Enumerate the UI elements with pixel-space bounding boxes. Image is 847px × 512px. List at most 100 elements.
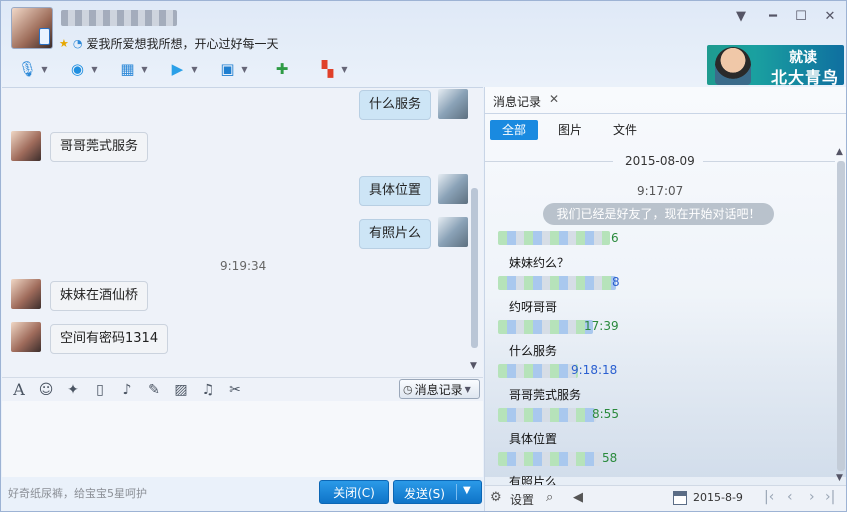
- prev-page-icon[interactable]: ‹: [787, 489, 793, 505]
- remote-assist-button[interactable]: ▦ ▼: [107, 57, 157, 81]
- folder-icon: ▶: [171, 60, 184, 78]
- ad-tip-link[interactable]: 好奇纸尿裤，给宝宝5星呵护: [8, 485, 147, 501]
- ad-portrait: [715, 47, 751, 85]
- send-file-button[interactable]: ▶ ▼: [157, 57, 207, 81]
- scroll-down-icon[interactable]: ▼: [836, 473, 843, 483]
- voice-message-icon[interactable]: ♪: [118, 382, 136, 398]
- chat-messages-pane[interactable]: 什么服务 哥哥莞式服务 具体位置 有照片么 9:19:34 妹妹在酒仙桥 空间有…: [2, 87, 483, 377]
- apps-button[interactable]: ▚ ▼: [307, 57, 357, 81]
- tab-divider: [485, 113, 846, 114]
- history-entry-time: 8: [612, 275, 620, 289]
- microphone-icon: 🎙: [17, 60, 37, 78]
- chevron-down-icon: ▼: [91, 64, 98, 74]
- date-divider: [485, 161, 613, 162]
- contact-avatar-small[interactable]: [11, 131, 41, 161]
- close-tab-icon[interactable]: ✕: [549, 92, 559, 106]
- chat-window: ★ ◔ 爱我所爱想我所想，开心过好每一天 ▼ ━ ☐ ✕ 就读 北大青鸟 🎙 ▼…: [0, 0, 847, 512]
- search-icon[interactable]: ⌕: [546, 490, 553, 505]
- maximize-icon[interactable]: ☐: [792, 9, 810, 24]
- presentation-icon: ▦: [120, 60, 135, 78]
- message-bubble: 空间有密码1314: [50, 324, 169, 354]
- create-discussion-button[interactable]: ✚: [257, 57, 307, 81]
- screenshot-scissors-icon[interactable]: ✂: [226, 382, 244, 398]
- chat-scrollbar-thumb[interactable]: [471, 188, 478, 348]
- webcam-icon: ◉: [70, 60, 84, 78]
- ad-line2: 北大青鸟: [771, 68, 840, 85]
- doodle-icon[interactable]: ✎: [145, 382, 163, 398]
- sender-redacted: [498, 276, 616, 290]
- tab-message-history[interactable]: 消息记录: [493, 93, 541, 110]
- mobile-online-icon: [39, 28, 50, 45]
- ad-banner[interactable]: 就读 北大青鸟: [707, 45, 844, 85]
- date-divider: [703, 161, 835, 162]
- chevron-down-icon: ▼: [191, 64, 198, 74]
- sender-redacted: [498, 452, 602, 466]
- close-button[interactable]: 关闭(C): [319, 480, 389, 504]
- scroll-down-icon[interactable]: ▼: [470, 361, 477, 371]
- clock-icon: ◷: [403, 382, 413, 396]
- contact-avatar-small[interactable]: [11, 279, 41, 309]
- minimize-icon[interactable]: ━: [764, 9, 782, 24]
- filter-files[interactable]: 文件: [601, 120, 649, 140]
- gif-icon[interactable]: ▯: [91, 382, 109, 398]
- font-icon[interactable]: A: [10, 380, 28, 399]
- message-bubble: 什么服务: [359, 90, 432, 120]
- message-bubble: 哥哥莞式服务: [50, 132, 149, 162]
- qzone-icon[interactable]: ◔: [73, 37, 83, 50]
- music-icon[interactable]: ♫: [199, 382, 217, 398]
- gear-icon[interactable]: ⚙: [490, 490, 502, 505]
- message-timestamp: 9:19:34: [220, 259, 267, 273]
- video-call-button[interactable]: ◉ ▼: [57, 57, 107, 81]
- dropdown-menu-icon[interactable]: ▼: [732, 9, 750, 24]
- add-chat-icon: ✚: [275, 60, 289, 78]
- send-divider: [456, 484, 457, 500]
- filter-all[interactable]: 全部: [490, 120, 539, 140]
- message-input[interactable]: [2, 401, 483, 477]
- last-page-icon[interactable]: ›|: [825, 489, 835, 505]
- filter-images[interactable]: 图片: [546, 120, 594, 140]
- send-options-chevron-icon[interactable]: ▼: [463, 485, 471, 496]
- chevron-down-icon: ▼: [341, 64, 348, 74]
- history-pane: 消息记录 ✕ 全部 图片 文件 2015-08-09 9:17:07 我们已经是…: [484, 87, 846, 511]
- my-avatar[interactable]: [438, 217, 468, 247]
- screen-share-button[interactable]: ▣ ▼: [207, 57, 257, 81]
- history-time: 9:17:07: [637, 184, 684, 198]
- voice-call-button[interactable]: 🎙 ▼: [7, 57, 57, 81]
- send-button[interactable]: 发送(S) ▼: [393, 480, 482, 504]
- speaker-icon[interactable]: ◀: [573, 490, 583, 505]
- sender-redacted: [498, 408, 596, 422]
- settings-button[interactable]: 设置: [510, 491, 534, 508]
- apps-grid-icon: ▚: [321, 60, 334, 78]
- send-label: 发送(S): [404, 487, 445, 501]
- sender-redacted: [498, 320, 593, 334]
- contact-avatar-small[interactable]: [11, 322, 41, 352]
- history-entry-text: 什么服务: [509, 344, 558, 358]
- close-icon[interactable]: ✕: [821, 9, 839, 24]
- emoji-icon[interactable]: ☺: [37, 382, 55, 398]
- vip-star-icon: ★: [59, 37, 69, 50]
- chevron-down-icon: ▼: [41, 64, 48, 74]
- shake-icon[interactable]: ✦: [64, 382, 82, 398]
- chevron-down-icon: ▼: [141, 64, 148, 74]
- image-icon[interactable]: ▨: [172, 382, 190, 398]
- history-scrollbar-thumb[interactable]: [837, 161, 845, 471]
- my-avatar[interactable]: [438, 174, 468, 204]
- history-bottom-date[interactable]: 2015-8-9: [693, 491, 743, 504]
- sender-redacted: [498, 364, 578, 378]
- history-date: 2015-08-09: [625, 154, 695, 168]
- calendar-icon[interactable]: [673, 491, 687, 505]
- message-history-button[interactable]: ◷ 消息记录 ▼: [399, 379, 480, 399]
- first-page-icon[interactable]: |‹: [764, 489, 774, 505]
- history-entry-text: 具体位置: [509, 432, 558, 446]
- chevron-down-icon: ▼: [464, 384, 471, 394]
- sender-redacted: [498, 231, 610, 245]
- top-toolbar: 🎙 ▼ ◉ ▼ ▦ ▼ ▶ ▼ ▣ ▼ ✚ ▚ ▼: [7, 57, 357, 81]
- message-bubble: 妹妹在酒仙桥: [50, 281, 149, 311]
- scroll-up-icon[interactable]: ▲: [836, 147, 843, 157]
- message-history-label: 消息记录: [414, 382, 463, 397]
- next-page-icon[interactable]: ›: [809, 489, 815, 505]
- message-bubble: 有照片么: [359, 219, 432, 249]
- chevron-down-icon: ▼: [241, 64, 248, 74]
- my-avatar[interactable]: [438, 89, 468, 119]
- history-entry-time: 9:18:18: [571, 363, 618, 377]
